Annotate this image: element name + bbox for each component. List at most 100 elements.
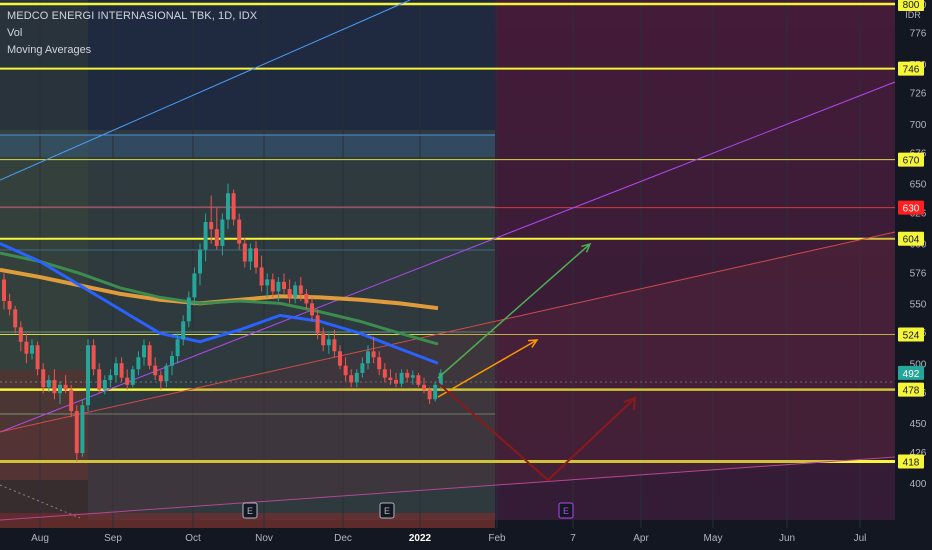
candle-body — [69, 389, 74, 412]
candle-body — [326, 339, 331, 346]
price-level-label: 524 — [903, 331, 920, 342]
time-tick-label: Oct — [185, 533, 201, 544]
candle-body — [349, 375, 354, 383]
candle-body — [248, 248, 253, 262]
price-level-label: 478 — [903, 386, 920, 397]
candle-body — [377, 357, 382, 370]
candle-body — [226, 193, 230, 220]
price-tick-label: 776 — [910, 29, 927, 40]
price-tick-label: 450 — [910, 419, 927, 430]
price-tick-label: 400 — [910, 479, 927, 490]
price-tick-label: 550 — [910, 299, 927, 310]
candle-body — [422, 384, 426, 390]
currency-label: IDR — [905, 10, 921, 20]
candle-body — [86, 345, 90, 406]
candle-body — [220, 219, 225, 246]
candle-body — [231, 193, 236, 220]
candle-body — [7, 300, 12, 310]
price-level-label: 492 — [903, 369, 920, 380]
candle-body — [371, 351, 376, 358]
price-chart[interactable]: 4004264504765005265505766006266506767007… — [0, 0, 932, 550]
price-level-label: 746 — [903, 65, 920, 76]
candle-body — [164, 365, 169, 382]
candle-body — [242, 243, 247, 262]
candle-body — [282, 281, 286, 290]
candle-body — [366, 351, 370, 364]
candle-body — [46, 380, 51, 388]
candle-body — [158, 375, 163, 382]
volume-indicator-label[interactable]: Vol — [7, 25, 257, 42]
candle-body — [410, 375, 415, 378]
candle-body — [2, 279, 6, 301]
candle-body — [91, 345, 96, 370]
chart-legend: MEDCO ENERGI INTERNASIONAL TBK, 1D, IDX … — [7, 8, 257, 59]
candle-body — [394, 380, 398, 384]
price-level-label: 630 — [903, 204, 920, 215]
candle-body — [181, 321, 186, 340]
candle-body — [203, 221, 208, 250]
candle-body — [130, 369, 135, 385]
price-tick-label: 650 — [910, 180, 927, 191]
time-tick-label: 2022 — [409, 533, 432, 544]
time-tick-label: Jul — [854, 533, 867, 544]
candle-body — [270, 279, 275, 292]
candle-body — [186, 297, 191, 322]
price-tick-label: 700 — [910, 120, 927, 131]
candle-body — [147, 345, 152, 366]
candle-body — [332, 339, 337, 352]
candle-body — [97, 369, 102, 390]
time-tick-label: Aug — [31, 533, 49, 544]
candle-body — [198, 249, 202, 274]
price-level-label: 800 — [903, 0, 920, 11]
time-tick-label: Nov — [255, 533, 273, 544]
candle-body — [24, 341, 29, 354]
price-level-label: 418 — [903, 457, 920, 468]
candle-body — [354, 372, 359, 383]
candle-body — [80, 405, 85, 454]
price-level-label: 670 — [903, 156, 920, 167]
candle-body — [63, 384, 68, 390]
candle-body — [192, 273, 197, 298]
candle-body — [102, 380, 107, 390]
candle-body — [114, 363, 118, 376]
candle-body — [405, 372, 410, 378]
candle-body — [304, 293, 309, 304]
candle-body — [276, 281, 281, 292]
candle-body — [293, 285, 298, 298]
candle-body — [433, 384, 438, 400]
time-tick-label: Jun — [779, 533, 795, 544]
candle-body — [41, 369, 46, 388]
time-tick-label: Dec — [334, 533, 352, 544]
candle-body — [237, 219, 242, 244]
price-level-label: 604 — [903, 235, 920, 246]
candle-body — [338, 351, 342, 366]
candle-body — [175, 339, 180, 357]
earnings-event-label: E — [563, 506, 569, 516]
candle-body — [18, 327, 23, 342]
candle-body — [259, 267, 264, 286]
earnings-event-label: E — [247, 506, 253, 516]
blue-band — [0, 135, 495, 157]
price-axis[interactable]: 4004264504765005265505766006266506767007… — [895, 0, 932, 550]
symbol-title[interactable]: MEDCO ENERGI INTERNASIONAL TBK, 1D, IDX — [7, 8, 257, 25]
candle-body — [13, 309, 18, 328]
candle-body — [321, 333, 326, 346]
time-axis[interactable]: Aug Sep Oct Nov Dec 2022 Feb 7 Apr May Jun Jul — [0, 528, 932, 550]
candle-body — [382, 369, 387, 378]
candle-body — [58, 384, 62, 394]
candle-body — [136, 357, 141, 370]
candle-body — [310, 303, 314, 316]
time-tick-label: Feb — [488, 533, 506, 544]
candle-body — [287, 289, 292, 298]
candle-body — [416, 375, 421, 385]
price-tick-label: 726 — [910, 89, 927, 100]
moving-averages-indicator-label[interactable]: Moving Averages — [7, 42, 257, 59]
candle-body — [427, 389, 432, 400]
candle-body — [315, 315, 320, 334]
chart-canvas[interactable]: 4004264504765005265505766006266506767007… — [0, 0, 932, 550]
candle-body — [209, 221, 214, 230]
candle-body — [52, 380, 57, 394]
candle-body — [125, 377, 130, 385]
candle-body — [30, 345, 34, 354]
candle-body — [265, 279, 270, 286]
